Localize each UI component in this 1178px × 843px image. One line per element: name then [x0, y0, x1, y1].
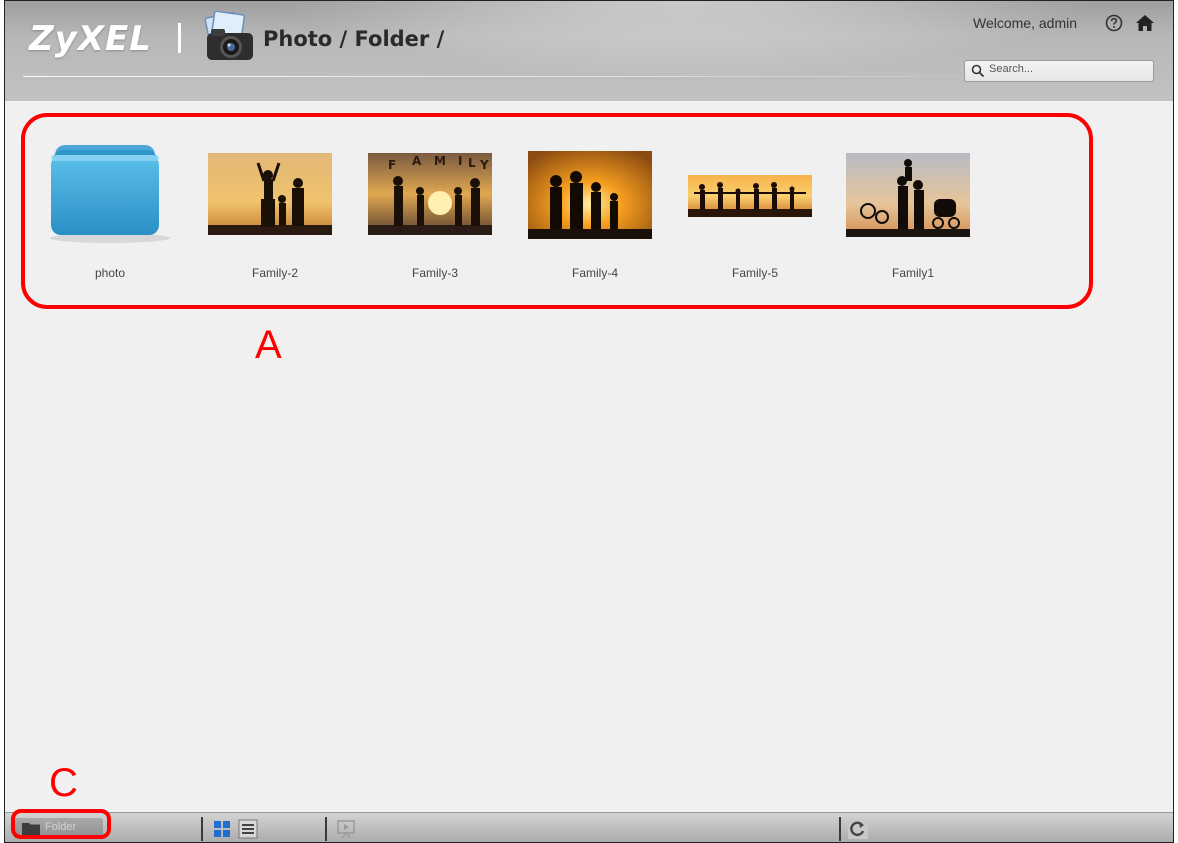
help-icon[interactable] — [1105, 14, 1123, 32]
search-input[interactable]: Search... — [964, 60, 1154, 82]
toolbar-divider — [325, 817, 327, 841]
search-placeholder: Search... — [989, 63, 1034, 75]
annotation-label-a: A — [255, 323, 282, 367]
refresh-icon[interactable] — [847, 819, 869, 839]
annotation-box-a — [21, 113, 1093, 309]
thumbnail-view-icon[interactable] — [211, 819, 233, 839]
header-bar: ZyXEL Photo / Folder / Welcome, admin Se… — [5, 1, 1173, 101]
home-icon[interactable] — [1135, 14, 1155, 32]
annotation-label-c: C — [49, 761, 78, 805]
logo-divider — [178, 23, 181, 53]
toolbar-divider — [839, 817, 841, 841]
bottom-toolbar: Folder — [5, 812, 1173, 842]
toolbar-divider — [201, 817, 203, 841]
search-icon — [971, 64, 985, 78]
list-view-icon[interactable] — [237, 819, 259, 839]
slideshow-icon[interactable] — [335, 819, 357, 839]
app-window: ZyXEL Photo / Folder / Welcome, admin Se… — [4, 0, 1174, 843]
breadcrumb: Photo / Folder / — [263, 27, 445, 51]
photo-app-icon — [204, 11, 253, 60]
welcome-text: Welcome, admin — [973, 15, 1078, 31]
zyxel-logo: ZyXEL — [29, 19, 152, 59]
annotation-box-c — [11, 809, 111, 839]
